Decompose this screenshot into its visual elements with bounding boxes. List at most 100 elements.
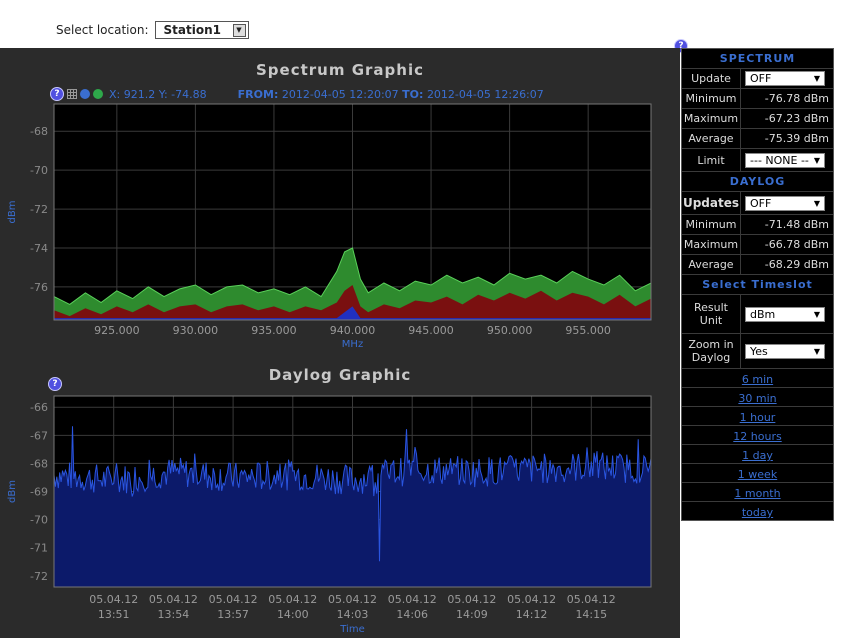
spectrum-y-tick: -70 [30,164,48,177]
daylog-x-tick-date: 05.04.12 [328,593,377,606]
location-select[interactable]: Station1 ▼ [154,21,249,39]
spectrum-x-tick: 930.000 [173,324,219,337]
daylog-x-tick-time: 13:54 [158,608,190,621]
location-label: Select location: [56,23,149,37]
daylog-y-axis-label: dBm [7,480,18,503]
limit-select[interactable]: --- NONE -- ▼ [745,152,825,168]
daylog-minimum-value: -71.48 dBm [764,218,829,231]
update-select[interactable]: OFF ▼ [745,71,825,86]
chevron-down-icon: ▼ [813,155,820,165]
daylog-x-tick-date: 05.04.12 [507,593,556,606]
daylog-y-tick: -69 [30,486,48,499]
timeslot-1-week-link[interactable]: 1 week [738,468,777,481]
timeslot-header: Select Timeslot [682,275,833,295]
stats-sidebar: SPECTRUM Update OFF ▼ Minimum -76.78 dBm … [681,48,834,521]
update-value: OFF [750,72,772,85]
spectrum-y-tick: -68 [30,125,48,138]
timeslot-link-6min: 6 min [682,369,833,388]
daylog-x-tick-date: 05.04.12 [209,593,258,606]
daylog-x-tick-date: 05.04.12 [149,593,198,606]
spectrum-chart[interactable]: -68 -70 -72 -74 -76 925.000 930.000 935.000 940.… [0,48,680,358]
daylog-x-tick-time: 14:06 [396,608,428,621]
daylog-chart-title: Daylog Graphic [268,366,412,384]
updates-select[interactable]: OFF ▼ [745,195,825,211]
daylog-x-tick-time: 14:03 [337,608,369,621]
daylog-y-tick: -67 [30,429,48,442]
timeslot-link-12hours: 12 hours [682,426,833,445]
daylog-minimum-row: Minimum -71.48 dBm [682,215,833,235]
daylog-y-tick: -70 [30,514,48,527]
timeslot-6-min-link[interactable]: 6 min [742,373,773,386]
daylog-x-tick-time: 14:09 [456,608,488,621]
spectrum-x-tick: 940.000 [330,324,376,337]
updates-label: Updates [682,192,741,214]
minimum-row: Minimum -76.78 dBm [682,89,833,109]
update-row: Update OFF ▼ [682,69,833,89]
daylog-x-tick-time: 14:12 [516,608,548,621]
limit-label: Limit [682,149,741,171]
limit-row: Limit --- NONE -- ▼ [682,149,833,172]
update-label: Update [682,69,741,88]
timeslot-1-day-link[interactable]: 1 day [742,449,773,462]
daylog-average-row: Average -68.29 dBm [682,255,833,275]
daylog-x-tick-date: 05.04.12 [388,593,437,606]
minimum-value: -76.78 dBm [764,92,829,105]
daylog-maximum-label: Maximum [682,235,741,254]
daylog-x-tick-date: 05.04.12 [89,593,138,606]
spectrum-y-tick: -74 [30,242,48,255]
daylog-maximum-row: Maximum -66.78 dBm [682,235,833,255]
maximum-row: Maximum -67.23 dBm [682,109,833,129]
limit-value: --- NONE -- [750,153,809,167]
zoom-value: Yes [750,344,768,358]
chevron-down-icon: ▼ [813,74,820,83]
zoom-row: Zoom in Daylog Yes ▼ [682,334,833,369]
spectrum-y-axis-label: dBm [7,201,18,224]
chevron-down-icon: ▼ [813,309,820,319]
spectrum-x-tick: 950.000 [487,324,533,337]
location-value: Station1 [163,23,221,37]
daylog-x-tick-date: 05.04.12 [567,593,616,606]
daylog-y-tick: -72 [30,570,48,583]
timeslot-link-1hour: 1 hour [682,407,833,426]
daylog-x-tick-time: 13:51 [98,608,130,621]
daylog-x-tick-time: 14:00 [277,608,309,621]
daylog-chart[interactable]: -66 -67 -68 -69 -70 -71 -72 05.04.12 13:51 05.04.… [0,384,680,638]
zoom-label: Zoom in Daylog [682,334,741,368]
daylog-y-tick: -71 [30,542,48,555]
daylog-x-tick-date: 05.04.12 [447,593,496,606]
timeslot-link-30min: 30 min [682,388,833,407]
daylog-maximum-value: -66.78 dBm [764,238,829,251]
result-unit-label: Result Unit [682,295,741,333]
result-unit-value: dBm [750,307,776,321]
updates-row: Updates OFF ▼ [682,192,833,215]
daylog-average-label: Average [682,255,741,274]
timeslot-12-hours-link[interactable]: 12 hours [733,430,781,443]
daylog-average-value: -68.29 dBm [764,258,829,271]
timeslot-link-1month: 1 month [682,483,833,502]
result-unit-select[interactable]: dBm ▼ [745,306,825,322]
result-unit-row: Result Unit dBm ▼ [682,295,833,334]
zoom-select[interactable]: Yes ▼ [745,343,825,359]
daylog-y-tick: -68 [30,457,48,470]
timeslot-1-hour-link[interactable]: 1 hour [740,411,776,424]
timeslot-1-month-link[interactable]: 1 month [734,487,780,500]
spectrum-x-tick: 935.000 [251,324,297,337]
daylog-header: DAYLOG [682,172,833,192]
minimum-label: Minimum [682,89,741,108]
average-value: -75.39 dBm [764,132,829,145]
timeslot-link-today: today [682,502,833,520]
average-label: Average [682,129,741,148]
timeslot-30-min-link[interactable]: 30 min [738,392,776,405]
spectrum-y-tick: -76 [30,281,48,294]
average-row: Average -75.39 dBm [682,129,833,149]
timeslot-today-link[interactable]: today [742,506,773,519]
timeslot-link-1day: 1 day [682,445,833,464]
spectrum-x-tick: 925.000 [94,324,140,337]
location-bar: Select location: Station1 ▼ [56,21,249,39]
chevron-down-icon: ▼ [813,198,820,208]
maximum-value: -67.23 dBm [764,112,829,125]
maximum-label: Maximum [682,109,741,128]
daylog-minimum-label: Minimum [682,215,741,234]
daylog-x-tick-date: 05.04.12 [268,593,317,606]
daylog-x-axis-label: Time [339,624,364,635]
